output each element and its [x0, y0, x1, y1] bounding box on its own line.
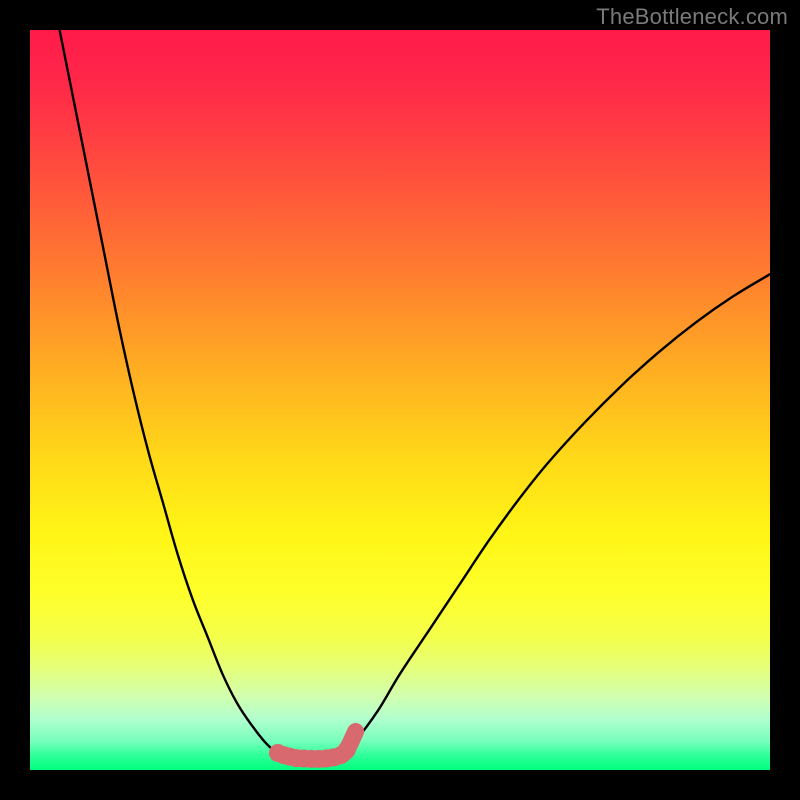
marker-layer	[269, 725, 363, 768]
trough-marker	[338, 741, 356, 759]
trough-marker	[349, 725, 363, 739]
chart-svg	[30, 30, 770, 770]
bottleneck-curve	[60, 30, 770, 759]
curve-layer	[60, 30, 770, 759]
plot-area	[30, 30, 770, 770]
chart-frame: TheBottleneck.com	[0, 0, 800, 800]
watermark-text: TheBottleneck.com	[596, 4, 788, 30]
